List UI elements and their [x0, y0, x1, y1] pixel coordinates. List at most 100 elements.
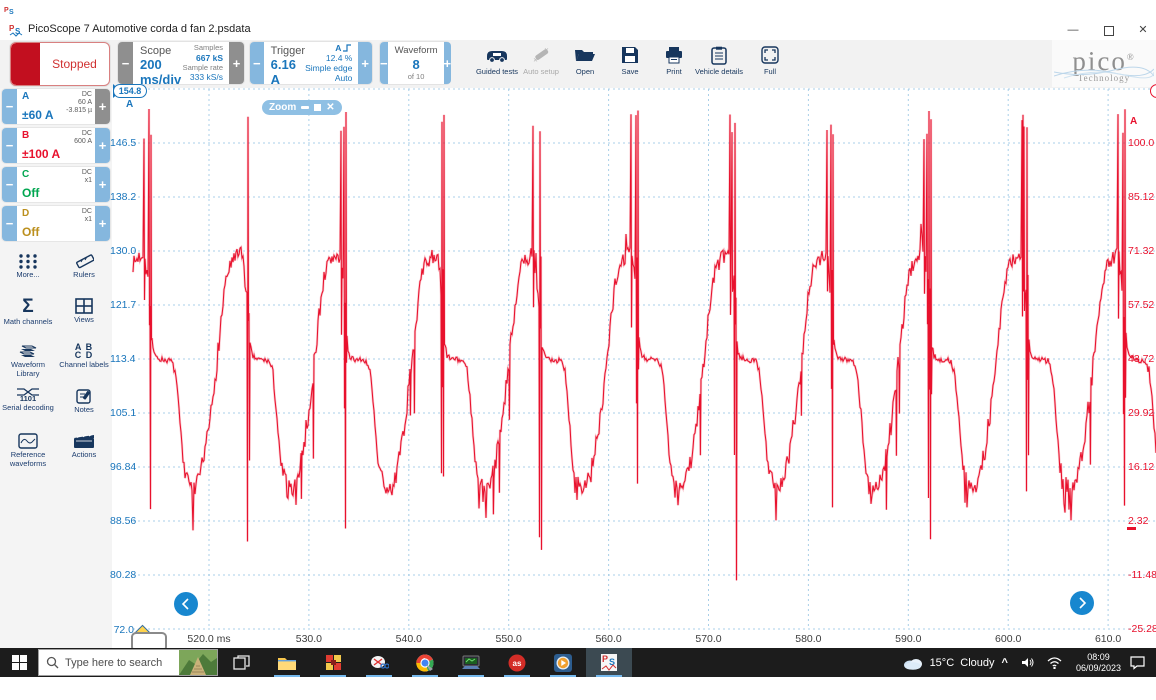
left-axis-tick: 96.84 [110, 461, 137, 473]
ruler-icon [76, 254, 94, 269]
taskbar-snipping-tool-button[interactable] [356, 648, 402, 677]
channel-c-card[interactable]: − C Off DC x1 + [2, 167, 110, 202]
reference-waveforms-button[interactable]: Reference waveforms [0, 428, 56, 471]
waveform-of: of 10 [407, 71, 425, 81]
running-indicator [366, 674, 392, 677]
channel-c-increase-button[interactable]: + [95, 167, 110, 202]
full-screen-button[interactable]: Full [748, 43, 792, 85]
wifi-icon[interactable] [1047, 656, 1062, 669]
zoom-minimize-icon[interactable] [301, 106, 310, 109]
start-stop-button[interactable]: Stopped [10, 42, 110, 86]
zoom-close-icon[interactable]: ✕ [326, 102, 334, 113]
math-channels-button[interactable]: Σ Math channels [0, 293, 56, 336]
channel-a-increase-button[interactable]: + [95, 89, 110, 124]
taskbar-file-explorer-button[interactable] [264, 648, 310, 677]
zoom-window-icon[interactable] [314, 104, 322, 111]
actions-button[interactable]: Actions [56, 428, 112, 471]
background-ps-icon: PS [3, 2, 15, 16]
rising-edge-icon [343, 44, 352, 52]
channel-b-card[interactable]: − B ±100 A DC 600 A + [2, 128, 110, 163]
taskbar-mosaic-app-button[interactable] [310, 648, 356, 677]
timebase-increase-button[interactable]: + [229, 42, 244, 84]
serial-decoding-button[interactable]: 1101 Serial decoding [0, 383, 56, 426]
channel-b-decrease-button[interactable]: − [2, 128, 17, 163]
taskbar-chrome-button[interactable] [402, 648, 448, 677]
channel-b-info: DC 600 A [74, 130, 92, 145]
trigger-source: A [335, 43, 352, 53]
right-axis-tick: 71.32 [1128, 245, 1155, 257]
lastpass-icon: as [508, 654, 526, 671]
sample-rate-label: Sample rate [182, 62, 223, 72]
taskbar-picoscope-button[interactable]: PS [586, 648, 632, 677]
weather-text[interactable]: 15°C Cloudy [930, 657, 995, 669]
save-button[interactable]: Save [608, 43, 652, 85]
more-button[interactable]: More... [0, 248, 56, 291]
channel-d-increase-button[interactable]: + [95, 206, 110, 241]
taskbar-lastpass-button[interactable]: as [494, 648, 540, 677]
waveform-prev-button[interactable]: − [380, 42, 388, 84]
library-icon [19, 345, 37, 357]
trigger-decrease-button[interactable]: − [250, 42, 264, 84]
channel-b-zero-marker[interactable] [1127, 527, 1136, 530]
tray-expand-chevron[interactable]: ^ [1002, 657, 1008, 669]
taskbar-media-player-button[interactable] [540, 648, 586, 677]
dots-grid-icon [19, 254, 37, 269]
reference-waveform-icon [18, 433, 38, 449]
channel-b-axis-tag[interactable] [1150, 84, 1156, 98]
left-axis-tick: 121.7 [110, 299, 137, 311]
timebase-value[interactable]: 200 ms/div [140, 57, 183, 87]
channel-a-card[interactable]: − A ±60 A DC 60 A -3.815 µ + [2, 89, 110, 124]
taskbar-task-view-button[interactable] [218, 648, 264, 677]
channel-b-increase-button[interactable]: + [95, 128, 110, 163]
open-button[interactable]: Open [563, 43, 607, 85]
minimize-button[interactable]: — [1058, 22, 1088, 38]
trigger-percent: 12.4 % [325, 52, 353, 63]
channel-a-decrease-button[interactable]: − [2, 89, 17, 124]
trigger-increase-button[interactable]: + [358, 42, 372, 84]
search-input[interactable]: Type here to search [38, 649, 218, 676]
clock[interactable]: 08:09 06/09/2023 [1076, 652, 1121, 674]
taskbar-monitor-app-button[interactable] [448, 648, 494, 677]
maximize-button[interactable] [1094, 22, 1124, 38]
picoscope-icon: PS [601, 654, 617, 671]
close-button[interactable]: ✕ [1128, 22, 1156, 38]
svg-text:P: P [602, 654, 608, 664]
rulers-button[interactable]: Rulers [56, 248, 112, 291]
x-axis-tick: 590.0 [895, 633, 922, 645]
scope-view[interactable]: 146.5 138.2 130.0 121.7 113.4 105.1 96.84 88.56… [110, 84, 1156, 652]
channel-a-axis-tag[interactable]: 154.8 [113, 84, 147, 98]
zoom-overlay-toolbar[interactable]: Zoom ✕ [262, 100, 342, 115]
channel-c-info: DC x1 [81, 169, 92, 184]
pan-left-button[interactable] [174, 592, 198, 616]
print-button[interactable]: Print [652, 43, 696, 85]
channel-labels-button[interactable]: A BC D Channel labels [56, 338, 112, 381]
waveform-next-button[interactable]: + [443, 42, 452, 84]
timebase-decrease-button[interactable]: − [118, 42, 133, 84]
views-button[interactable]: Views [56, 293, 112, 336]
channel-a-range: ±60 A [22, 108, 54, 122]
channel-b-letter: B [22, 130, 30, 141]
notes-button[interactable]: Notes [56, 383, 112, 426]
channel-d-card[interactable]: − D Off DC x1 + [2, 206, 110, 241]
stop-block-icon [11, 43, 40, 85]
guided-tests-button[interactable]: Guided tests [475, 43, 519, 85]
running-indicator [458, 674, 484, 677]
start-button[interactable] [0, 648, 38, 677]
chevron-right-icon [1079, 597, 1087, 609]
search-daily-image [179, 650, 217, 675]
waveform-library-button[interactable]: Waveform Library [0, 338, 56, 381]
chevron-left-icon [181, 598, 189, 610]
left-axis-tick: 88.56 [110, 515, 137, 527]
channel-c-decrease-button[interactable]: − [2, 167, 17, 202]
notification-center-icon[interactable] [1129, 655, 1146, 670]
auto-setup-button[interactable]: ✕ ✕ Auto setup [519, 43, 563, 85]
channel-d-range: Off [22, 225, 40, 239]
x-axis-tick: 530.0 [295, 633, 323, 645]
channel-d-decrease-button[interactable]: − [2, 206, 17, 241]
pan-right-button[interactable] [1070, 591, 1094, 615]
volume-icon[interactable] [1021, 656, 1035, 669]
vehicle-details-button[interactable]: Vehicle details [695, 43, 743, 85]
running-indicator [412, 674, 438, 677]
trigger-value[interactable]: 6.16 A [271, 57, 305, 87]
trigger-mode: Simple edge [305, 62, 353, 73]
